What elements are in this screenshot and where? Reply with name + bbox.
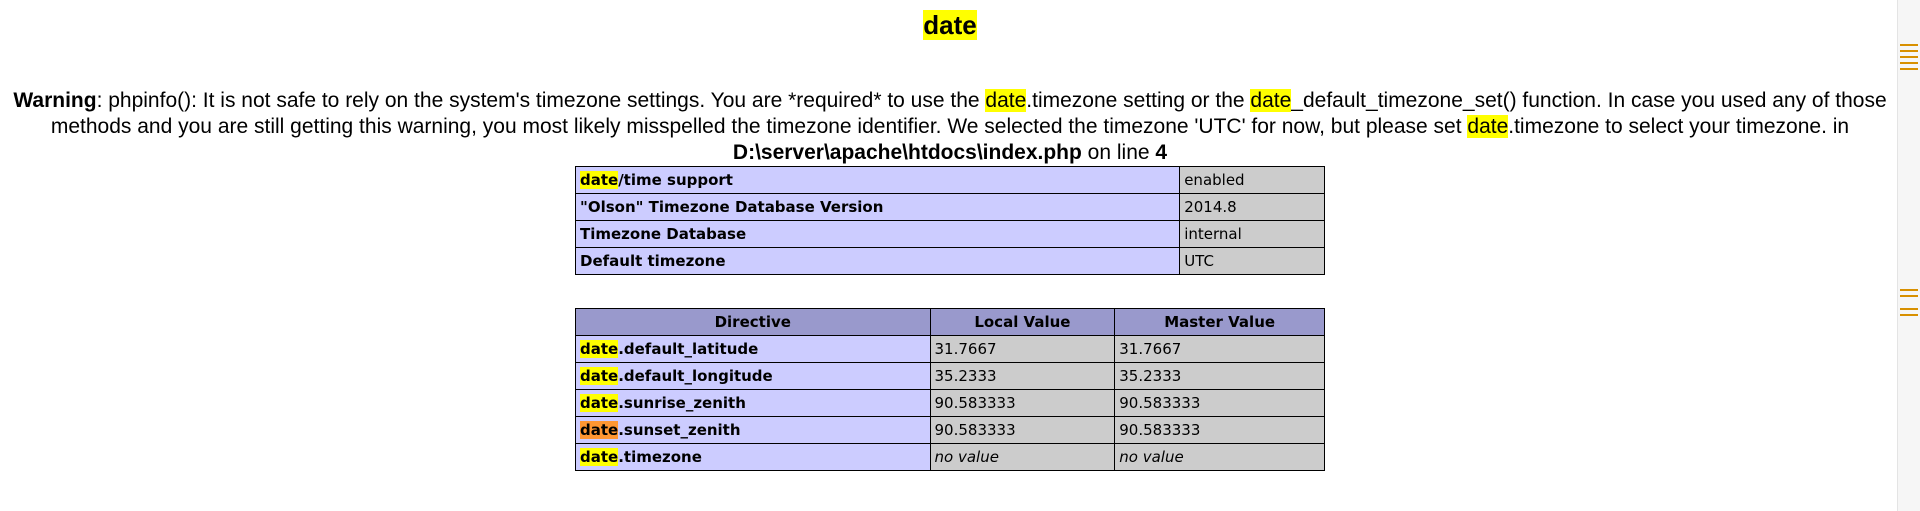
key-text: /time support [618, 171, 733, 189]
search-match-marker[interactable] [1900, 295, 1918, 297]
search-highlight: date [580, 394, 619, 412]
key-cell: date/time support [574, 166, 1181, 194]
search-match-marker[interactable] [1900, 289, 1918, 291]
search-match-marker[interactable] [1900, 44, 1918, 46]
date-info-table: date/time support enabled "Olson" Timezo… [574, 166, 1325, 275]
no-value-text: no value [934, 448, 999, 466]
value-cell: 2014.8 [1179, 193, 1325, 221]
warning-text: .timezone to select your timezone. in [1508, 115, 1850, 138]
table-row: "Olson" Timezone Database Version 2014.8 [574, 193, 1325, 221]
key-text: "Olson" Timezone Database Version [580, 198, 884, 216]
warning-line-number: 4 [1155, 141, 1168, 164]
search-match-marker[interactable] [1900, 314, 1918, 316]
vertical-scrollbar[interactable] [1897, 0, 1920, 511]
table-row: date.default_longitude 35.2333 35.2333 [575, 362, 1325, 390]
table-row: Timezone Database internal [574, 220, 1325, 248]
key-cell: "Olson" Timezone Database Version [574, 193, 1181, 221]
php-warning-message: Warning: phpinfo(): It is not safe to re… [10, 88, 1890, 166]
search-match-marker[interactable] [1900, 68, 1918, 70]
directives-table: Directive Local Value Master Value date.… [575, 308, 1325, 471]
column-header-master-value: Master Value [1114, 308, 1325, 336]
warning-text: : phpinfo(): It is not safe to rely on t… [96, 89, 986, 112]
search-highlight: date [985, 89, 1027, 112]
local-value-cell: 90.583333 [929, 389, 1116, 417]
warning-text: .timezone setting or the [1026, 89, 1251, 112]
directive-text: .default_longitude [618, 367, 773, 385]
directive-cell: date.sunset_zenith [575, 416, 931, 444]
search-match-marker[interactable] [1900, 308, 1918, 310]
key-cell: Default timezone [574, 247, 1181, 275]
key-text: Timezone Database [580, 225, 747, 243]
master-value-cell: 35.2333 [1114, 362, 1325, 390]
search-match-marker[interactable] [1900, 56, 1918, 58]
local-value-cell: no value [929, 443, 1116, 471]
value-cell: enabled [1179, 166, 1325, 194]
value-cell: UTC [1179, 247, 1325, 275]
table-row: date.sunrise_zenith 90.583333 90.583333 [575, 389, 1325, 417]
local-value-cell: 35.2333 [929, 362, 1116, 390]
table-row: date.sunset_zenith 90.583333 90.583333 [575, 416, 1325, 444]
local-value-cell: 90.583333 [929, 416, 1116, 444]
warning-file-path: D:\server\apache\htdocs\index.php [732, 141, 1082, 164]
warning-text: on line [1081, 141, 1156, 164]
table-header-row: Directive Local Value Master Value [575, 308, 1325, 336]
directive-text: .sunset_zenith [618, 421, 741, 439]
table-row: date.default_latitude 31.7667 31.7667 [575, 335, 1325, 363]
directive-cell: date.default_latitude [575, 335, 931, 363]
directive-text: .timezone [618, 448, 702, 466]
directive-text: .sunrise_zenith [618, 394, 746, 412]
table-row: date/time support enabled [574, 166, 1325, 194]
master-value-cell: 90.583333 [1114, 389, 1325, 417]
value-cell: internal [1179, 220, 1325, 248]
search-match-marker[interactable] [1900, 62, 1918, 64]
directive-cell: date.sunrise_zenith [575, 389, 931, 417]
search-highlight: date [923, 10, 977, 40]
master-value-cell: 31.7667 [1114, 335, 1325, 363]
table-row: Default timezone UTC [574, 247, 1325, 275]
search-highlight: date [1250, 89, 1292, 112]
section-title: date [0, 8, 1900, 42]
local-value-cell: 31.7667 [929, 335, 1116, 363]
search-highlight: date [580, 448, 619, 466]
master-value-cell: 90.583333 [1114, 416, 1325, 444]
key-cell: Timezone Database [574, 220, 1181, 248]
column-header-directive: Directive [575, 308, 931, 336]
warning-label: Warning [13, 89, 97, 112]
no-value-text: no value [1119, 448, 1184, 466]
table-row: date.timezone no value no value [575, 443, 1325, 471]
column-header-local-value: Local Value [929, 308, 1116, 336]
directive-cell: date.default_longitude [575, 362, 931, 390]
search-highlight: date [1467, 115, 1509, 138]
search-highlight-active: date [580, 421, 619, 439]
search-highlight: date [580, 367, 619, 385]
master-value-cell: no value [1114, 443, 1325, 471]
directive-text: .default_latitude [618, 340, 759, 358]
key-text: Default timezone [580, 252, 726, 270]
search-match-marker[interactable] [1900, 50, 1918, 52]
search-highlight: date [580, 171, 619, 189]
directive-cell: date.timezone [575, 443, 931, 471]
search-highlight: date [580, 340, 619, 358]
